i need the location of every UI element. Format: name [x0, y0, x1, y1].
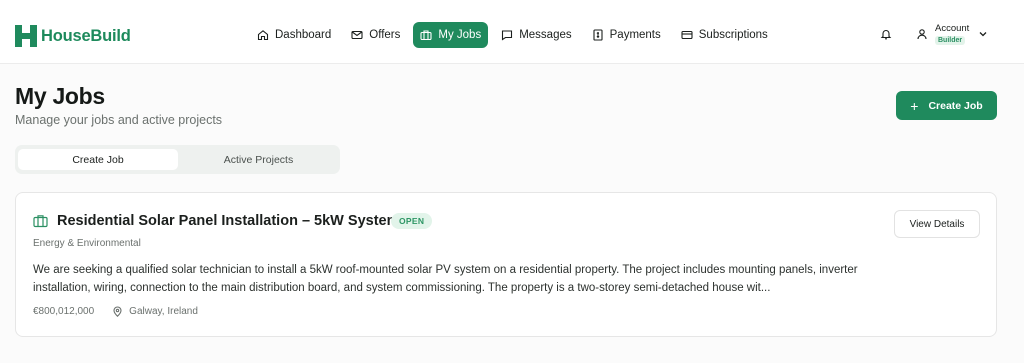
tab-create-job[interactable]: Create Job: [18, 149, 178, 170]
role-badge: Builder: [935, 36, 966, 45]
card-icon: [681, 30, 693, 40]
briefcase-icon: [33, 215, 48, 228]
job-card[interactable]: Residential Solar Panel Installation – 5…: [15, 192, 997, 337]
job-meta: €800,012,000 Galway, Ireland: [33, 306, 198, 317]
nav-label: Subscriptions: [698, 29, 768, 41]
mail-icon: [351, 30, 363, 40]
nav-item-dashboard[interactable]: Dashboard: [250, 22, 338, 48]
house-logo-icon: [14, 24, 38, 48]
nav-label: Messages: [519, 29, 572, 41]
nav-item-offers[interactable]: Offers: [344, 22, 407, 48]
job-budget: €800,012,000: [33, 306, 95, 317]
receipt-icon: [593, 29, 603, 41]
notifications-button[interactable]: [880, 27, 892, 45]
job-location: Galway, Ireland: [112, 306, 198, 317]
plus-icon: +: [910, 97, 919, 114]
nav-label: My Jobs: [438, 29, 482, 41]
bell-icon: [880, 30, 892, 40]
briefcase-icon: [420, 30, 432, 41]
create-job-button[interactable]: + Create Job: [896, 91, 997, 120]
map-pin-icon: [113, 306, 122, 317]
tab-active-projects[interactable]: Active Projects: [180, 149, 337, 170]
user-icon: [917, 29, 927, 40]
account-menu[interactable]: Account Builder: [916, 23, 988, 45]
nav-item-subscriptions[interactable]: Subscriptions: [674, 22, 775, 48]
create-job-label: Create Job: [928, 99, 983, 112]
nav-item-my-jobs[interactable]: My Jobs: [413, 22, 489, 48]
job-description: We are seeking a qualified solar technic…: [33, 264, 858, 294]
job-category: Energy & Environmental: [33, 238, 141, 249]
brand-name: HouseBuild: [41, 26, 131, 45]
chat-icon: [502, 30, 513, 41]
view-details-button[interactable]: View Details: [894, 210, 980, 238]
brand-logo[interactable]: HouseBuild: [14, 23, 131, 49]
nav-label: Offers: [369, 29, 401, 41]
chevron-down-icon: [979, 32, 987, 37]
status-badge: OPEN: [391, 213, 433, 229]
main-nav: Dashboard Offers My Jobs Messages Paymen…: [250, 22, 775, 48]
page-title: My Jobs: [15, 83, 105, 109]
account-label: Account: [935, 23, 970, 34]
job-tabs: Create Job Active Projects: [15, 145, 340, 174]
nav-label: Dashboard: [275, 29, 332, 41]
nav-item-messages[interactable]: Messages: [494, 22, 578, 48]
nav-item-payments[interactable]: Payments: [585, 22, 668, 48]
top-navigation-bar: HouseBuild Dashboard Offers My Jobs Mess…: [0, 0, 1024, 64]
nav-label: Payments: [609, 29, 661, 41]
page-subtitle: Manage your jobs and active projects: [15, 113, 223, 127]
job-location-text: Galway, Ireland: [129, 306, 198, 317]
home-icon: [257, 30, 269, 41]
job-title[interactable]: Residential Solar Panel Installation – 5…: [57, 213, 399, 229]
